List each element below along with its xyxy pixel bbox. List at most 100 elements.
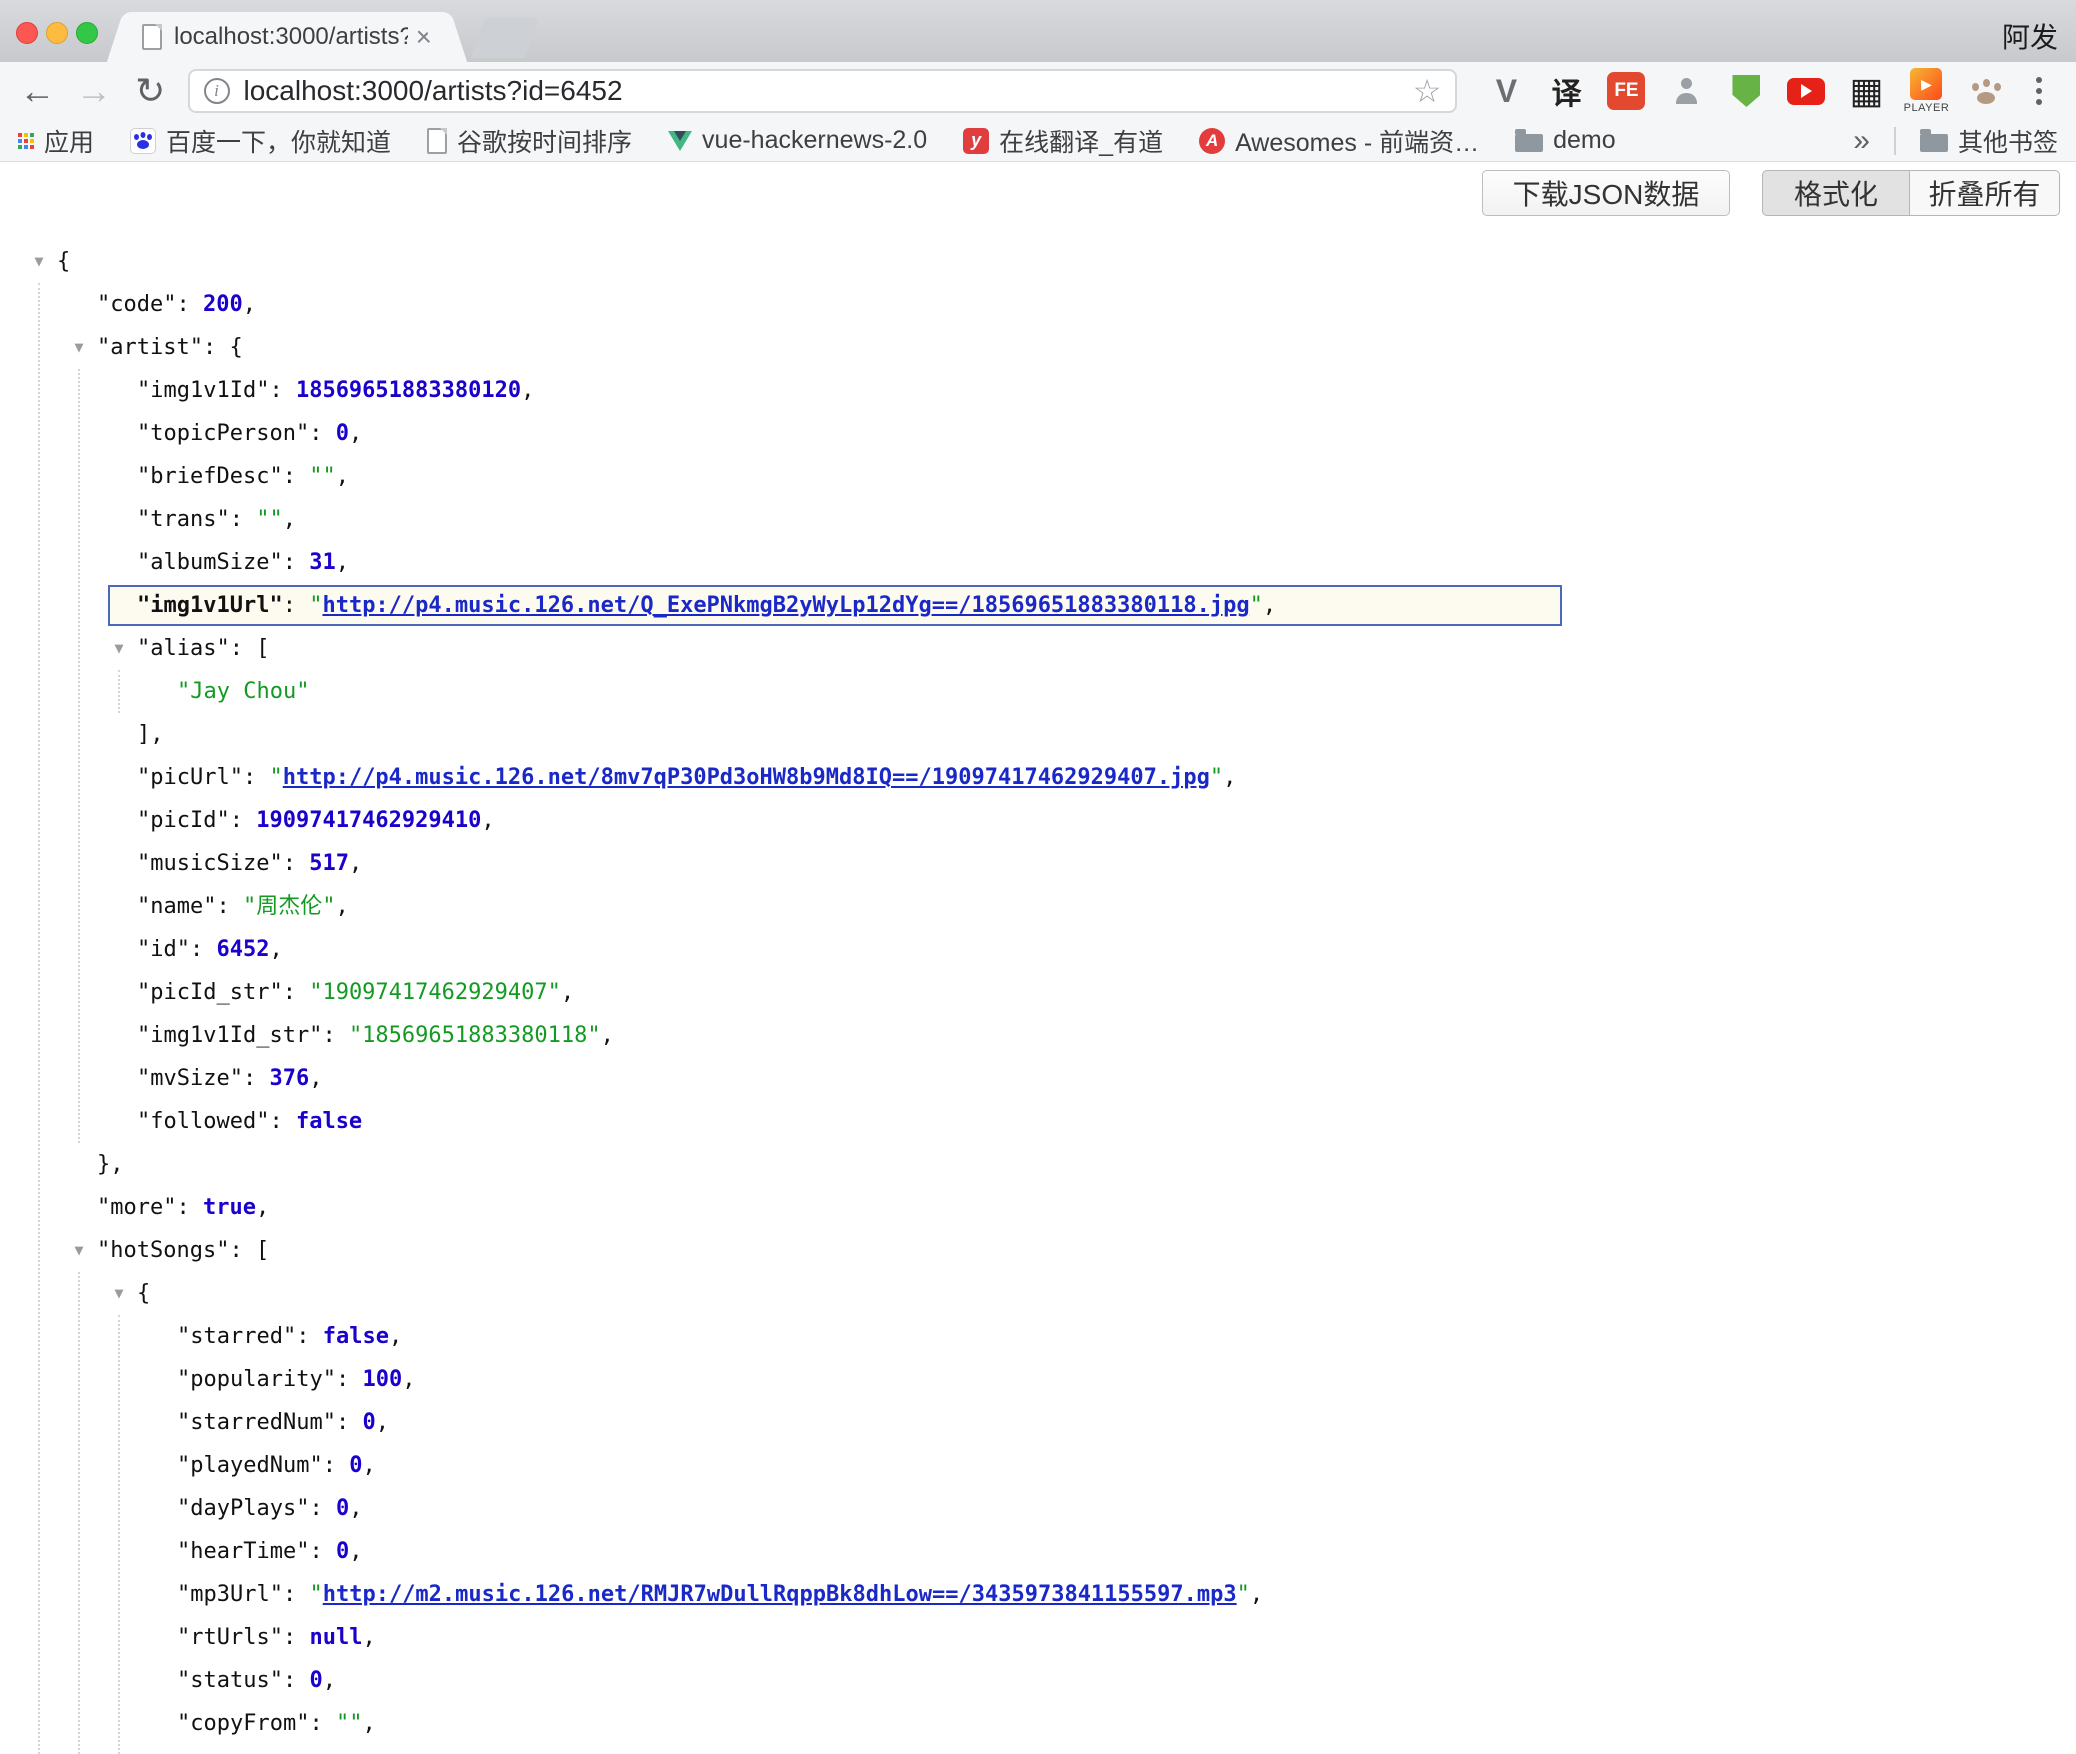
json-key: "name" <box>137 894 216 919</box>
json-boolean: false <box>323 1324 389 1349</box>
close-window-button[interactable] <box>16 22 38 44</box>
page-favicon-icon <box>142 24 162 50</box>
bookmark-google-sort[interactable]: 谷歌按时间排序 <box>427 123 632 159</box>
vimium-extension-icon[interactable]: V <box>1483 65 1529 117</box>
json-url-link[interactable]: http://p4.music.126.net/Q_ExePNkmgB2yWyL… <box>322 593 1249 618</box>
bookmark-vue-hackernews[interactable]: vue-hackernews-2.0 <box>668 126 927 155</box>
json-punctuation: , <box>335 894 348 919</box>
json-punctuation: , <box>349 1496 362 1521</box>
json-key: "img1v1Id" <box>137 378 269 403</box>
apps-shortcut[interactable]: 应用 <box>18 123 94 159</box>
json-punctuation: ], <box>137 722 164 747</box>
json-punctuation: , <box>601 1023 614 1048</box>
collapse-toggle-icon[interactable]: ▼ <box>27 240 51 283</box>
json-punctuation: : <box>190 937 217 962</box>
download-json-button[interactable]: 下载JSON数据 <box>1482 170 1730 216</box>
paw-extension-icon[interactable] <box>1963 65 2009 117</box>
profile-person-icon[interactable] <box>1663 65 1709 117</box>
json-string: " <box>1250 593 1263 618</box>
json-key: "alias" <box>137 636 230 661</box>
json-punctuation: : <box>230 507 257 532</box>
browser-menu-icon[interactable] <box>2019 71 2058 111</box>
json-string: "18569651883380118" <box>349 1023 601 1048</box>
json-punctuation: : <box>309 1496 336 1521</box>
shield-icon <box>1732 75 1760 107</box>
json-punctuation: , <box>376 1410 389 1435</box>
json-tree: ▼{"code": 200,▼"artist": {"img1v1Id": 18… <box>0 240 2076 1745</box>
reload-icon[interactable]: ↻ <box>131 70 170 112</box>
json-row: "img1v1Id": 18569651883380120, <box>0 369 2076 412</box>
minimize-window-button[interactable] <box>46 22 68 44</box>
adblock-shield-icon[interactable] <box>1723 65 1769 117</box>
qr-code-extension-icon[interactable]: ▦ <box>1843 65 1889 117</box>
format-button[interactable]: 格式化 <box>1762 170 1910 216</box>
collapse-toggle-icon[interactable]: ▼ <box>107 1272 131 1315</box>
collapse-toggle-icon[interactable]: ▼ <box>67 1229 91 1272</box>
bookmark-youdao-translate[interactable]: y 在线翻译_有道 <box>963 123 1163 159</box>
bookmarks-overflow-chevron[interactable]: » <box>1853 124 1870 158</box>
youtube-extension-icon[interactable] <box>1783 65 1829 117</box>
bookmark-baidu[interactable]: 百度一下，你就知道 <box>130 123 391 159</box>
json-key: "starred" <box>177 1324 296 1349</box>
json-key: "rtUrls" <box>177 1625 283 1650</box>
info-icon[interactable]: i <box>204 78 230 104</box>
back-icon[interactable]: ← <box>18 70 57 112</box>
json-row: "popularity": 100, <box>0 1358 2076 1401</box>
collapse-toggle-icon[interactable]: ▼ <box>107 627 131 670</box>
qr-glyph: ▦ <box>1849 73 1883 109</box>
json-row: "id": 6452, <box>0 928 2076 971</box>
json-key: "picUrl" <box>137 765 243 790</box>
bookmark-folder-demo[interactable]: demo <box>1515 126 1616 155</box>
json-punctuation: { <box>229 335 242 360</box>
bookmark-star-icon[interactable]: ☆ <box>1413 72 1442 110</box>
browser-tab[interactable]: localhost:3000/artists?id=645 × <box>128 12 446 62</box>
json-row: ], <box>0 713 2076 756</box>
new-tab-button[interactable] <box>471 18 540 58</box>
json-punctuation: : <box>216 894 243 919</box>
json-row: "Jay Chou" <box>0 670 2076 713</box>
json-url-link[interactable]: http://p4.music.126.net/8mv7qP30Pd3oHW8b… <box>283 765 1210 790</box>
baidu-favicon <box>130 128 156 154</box>
json-punctuation: : <box>283 851 310 876</box>
json-url-link[interactable]: http://m2.music.126.net/RMJR7wDullRqppBk… <box>323 1582 1237 1607</box>
bookmark-label: 在线翻译_有道 <box>999 123 1163 159</box>
json-key: "mp3Url" <box>177 1582 283 1607</box>
json-punctuation: , <box>362 1453 375 1478</box>
json-punctuation: : <box>176 1195 203 1220</box>
json-number: 0 <box>349 1453 362 1478</box>
url-bar[interactable]: i localhost:3000/artists?id=6452 ☆ <box>188 69 1458 113</box>
collapse-all-button[interactable]: 折叠所有 <box>1910 170 2060 216</box>
url-text[interactable]: localhost:3000/artists?id=6452 <box>244 75 1403 107</box>
json-punctuation: : <box>283 1668 310 1693</box>
json-punctuation: , <box>362 1625 375 1650</box>
collapse-toggle-icon[interactable]: ▼ <box>67 326 91 369</box>
other-bookmarks-label: 其他书签 <box>1958 123 2058 159</box>
tab-close-icon[interactable]: × <box>416 23 432 51</box>
player-extension-icon[interactable]: ▶ PLAYER <box>1903 65 1949 117</box>
json-string: " <box>309 1582 322 1607</box>
json-row: "picUrl": "http://p4.music.126.net/8mv7q… <box>0 756 2076 799</box>
json-row: "status": 0, <box>0 1659 2076 1702</box>
json-null: null <box>309 1625 362 1650</box>
json-key: "artist" <box>97 335 203 360</box>
json-row: "code": 200, <box>0 283 2076 326</box>
json-punctuation: , <box>481 808 494 833</box>
fehelper-extension-icon[interactable]: FE <box>1603 65 1649 117</box>
json-string: " <box>1210 765 1223 790</box>
json-key: "status" <box>177 1668 283 1693</box>
forward-icon: → <box>75 70 114 112</box>
json-row: ▼"alias": [ <box>0 627 2076 670</box>
bookmark-awesomes[interactable]: A Awesomes - 前端资… <box>1199 123 1479 159</box>
json-punctuation: : <box>203 335 230 360</box>
other-bookmarks-folder[interactable]: 其他书签 <box>1920 123 2058 159</box>
json-boolean: false <box>296 1109 362 1134</box>
fullscreen-window-button[interactable] <box>76 22 98 44</box>
json-punctuation: , <box>349 421 362 446</box>
json-punctuation: : <box>283 1582 310 1607</box>
translate-extension-icon[interactable]: 译 <box>1543 65 1589 117</box>
json-key: "hearTime" <box>177 1539 309 1564</box>
json-punctuation: , <box>561 980 574 1005</box>
json-row: "name": "周杰伦", <box>0 885 2076 928</box>
json-string: " <box>309 593 322 618</box>
json-row: "topicPerson": 0, <box>0 412 2076 455</box>
